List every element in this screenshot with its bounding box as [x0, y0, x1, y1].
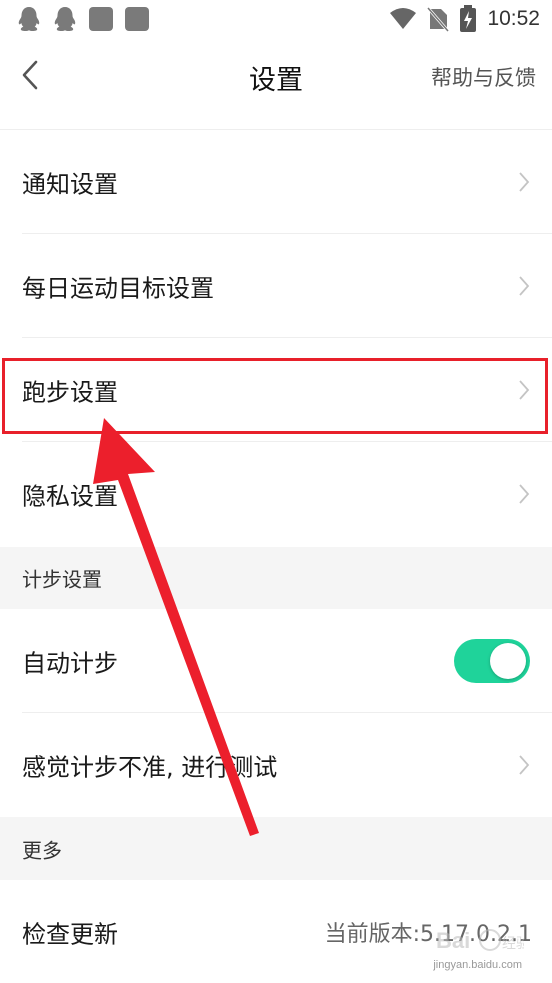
- auto-step-toggle[interactable]: [454, 639, 530, 683]
- status-bar: 10:52: [0, 0, 552, 38]
- status-time: 10:52: [487, 7, 540, 30]
- help-feedback-link[interactable]: 帮助与反馈: [431, 62, 536, 92]
- nav-bar: 设置 帮助与反馈: [0, 40, 552, 112]
- row-label: 每日运动目标设置: [22, 274, 214, 303]
- app-square-icon: [89, 7, 113, 31]
- qq-icon: [18, 7, 40, 31]
- no-sim-icon: [427, 7, 450, 32]
- highlight-box: [2, 358, 548, 434]
- row-label: 隐私设置: [22, 482, 118, 511]
- section-label: 计步设置: [22, 567, 102, 592]
- svg-text:经验: 经验: [502, 935, 524, 951]
- notification-settings-row[interactable]: 通知设置: [0, 130, 552, 234]
- qq-icon: [54, 7, 76, 31]
- toggle-knob: [490, 643, 526, 679]
- watermark-url: jingyan.baidu.com: [433, 959, 522, 971]
- privacy-settings-row[interactable]: 隐私设置: [0, 442, 552, 546]
- section-label: 更多: [22, 838, 62, 862]
- status-bar-notifications: [16, 6, 150, 32]
- chevron-right-icon: [519, 276, 530, 296]
- chevron-right-icon: [519, 755, 530, 775]
- app-square-icon: [125, 7, 149, 31]
- status-bar-system: 10:52: [389, 5, 540, 33]
- row-label: 通知设置: [22, 170, 118, 199]
- row-label: 检查更新: [22, 920, 118, 949]
- wifi-icon: [390, 8, 417, 29]
- svg-text:Bai: Bai: [436, 928, 470, 953]
- step-calibration-row[interactable]: 感觉计步不准, 进行测试: [0, 713, 552, 817]
- daily-goal-settings-row[interactable]: 每日运动目标设置: [0, 234, 552, 338]
- battery-charging-icon: [460, 5, 477, 32]
- auto-step-row: 自动计步: [0, 609, 552, 713]
- chevron-right-icon: [519, 484, 530, 504]
- chevron-right-icon: [519, 172, 530, 192]
- row-label: 感觉计步不准, 进行测试: [22, 753, 278, 782]
- section-header-more: 更多: [0, 817, 552, 880]
- row-label: 自动计步: [22, 649, 118, 678]
- section-header-step: 计步设置: [0, 547, 552, 609]
